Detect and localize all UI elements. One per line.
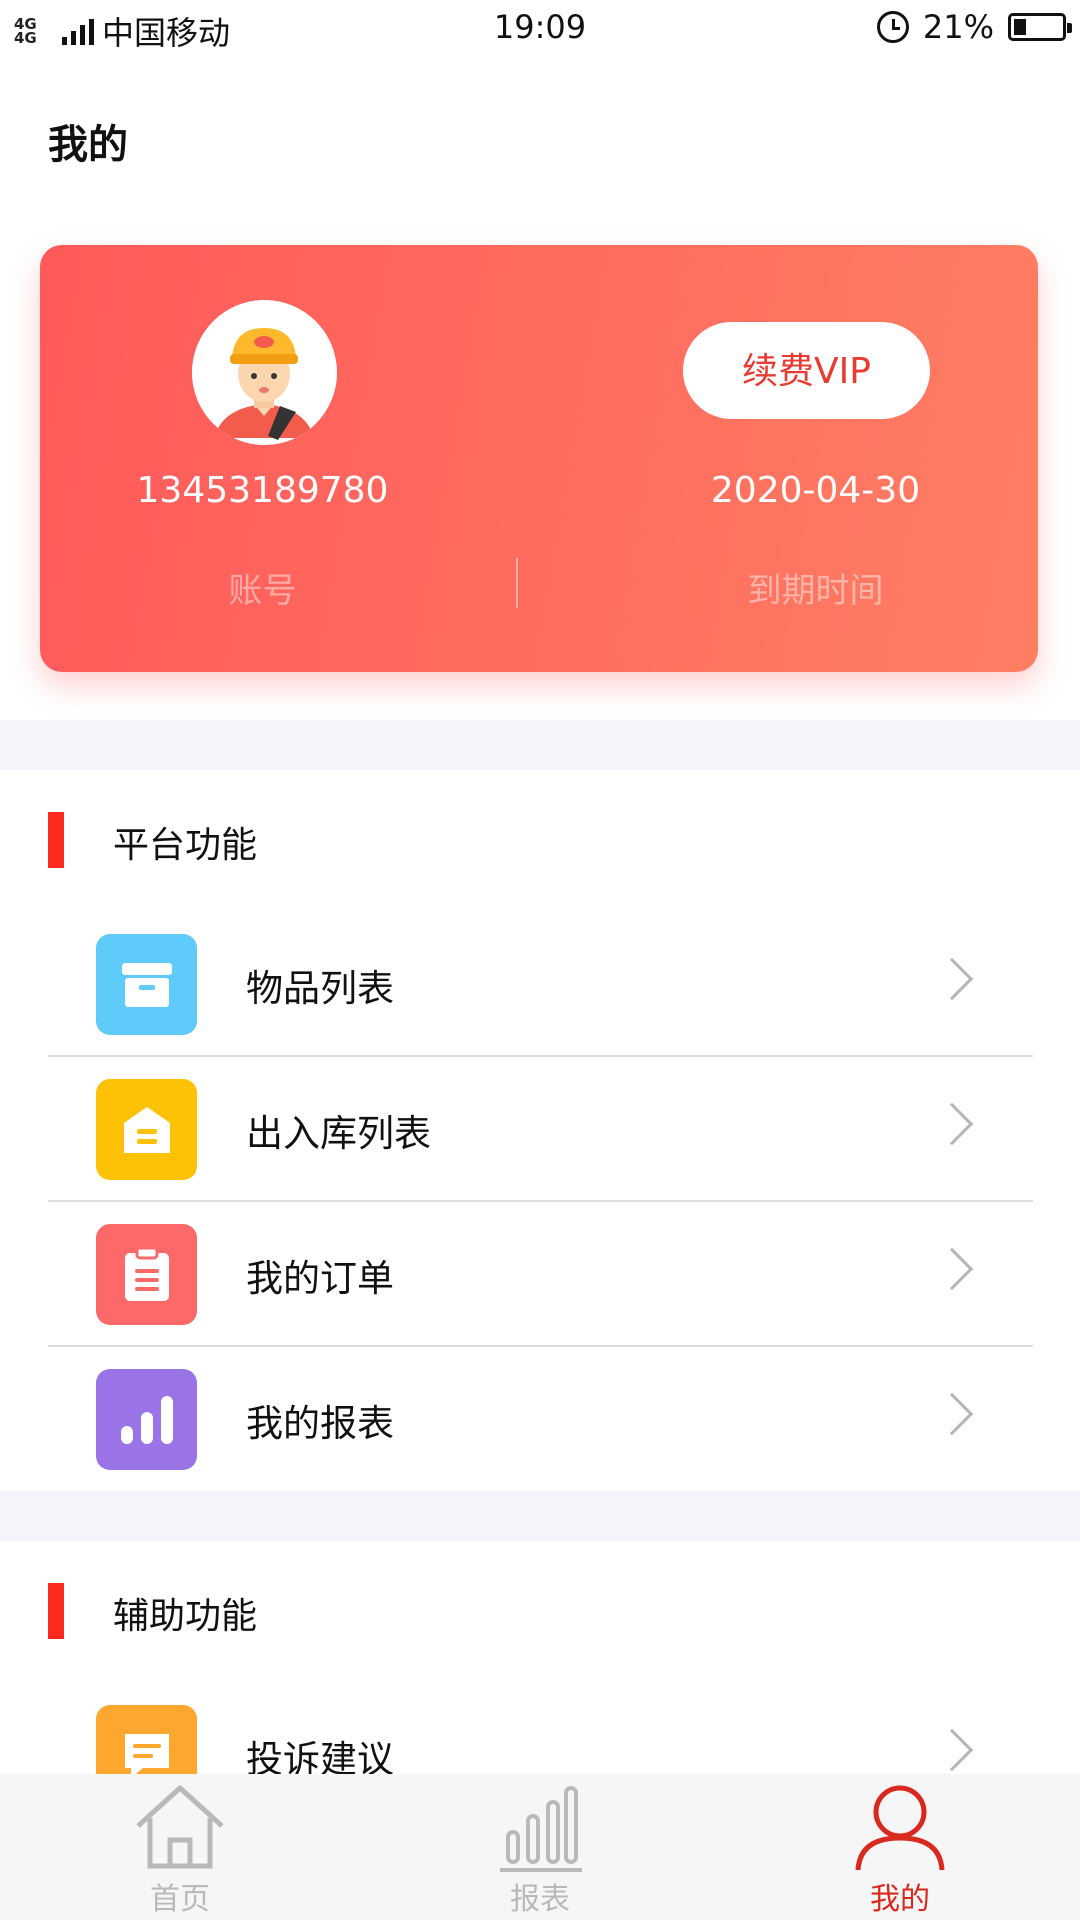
expiry-date: 2020-04-30 [710, 470, 921, 511]
bottom-tab-bar: 首页 报表 我的 [0, 1774, 1080, 1920]
page-title: 我的 [48, 122, 128, 168]
section-title: 辅助功能 [113, 1596, 258, 1637]
battery-percent: 21% [922, 8, 994, 46]
battery-icon [1008, 13, 1072, 41]
section-header: 辅助功能 [0, 1583, 1080, 1643]
tab-home[interactable]: 首页 [80, 1774, 280, 1920]
bar-chart-icon [96, 1369, 197, 1470]
tab-label: 我的 [870, 1882, 930, 1917]
section-marker [48, 812, 64, 868]
menu-item-label: 出入库列表 [246, 1112, 431, 1155]
menu-item-stock-records[interactable]: 出入库列表 [48, 1057, 1033, 1202]
profile-card: 13453189780 账号 续费VIP 2020-04-30 到期时间 [40, 245, 1038, 672]
tab-label: 报表 [510, 1882, 570, 1917]
avatar[interactable] [192, 300, 337, 445]
status-right: 21% [876, 8, 1072, 46]
menu-item-reports[interactable]: 我的报表 [48, 1347, 1033, 1492]
menu-item-orders[interactable]: 我的订单 [48, 1202, 1033, 1347]
tab-label: 首页 [150, 1882, 210, 1917]
archive-box-icon [96, 934, 197, 1035]
renew-vip-button[interactable]: 续费VIP [683, 322, 930, 419]
section-header: 平台功能 [0, 812, 1080, 872]
tab-reports[interactable]: 报表 [440, 1774, 640, 1920]
account-label: 账号 [228, 571, 297, 611]
menu-item-label: 我的报表 [246, 1402, 394, 1445]
warehouse-icon [96, 1079, 197, 1180]
bar-chart-icon [500, 1786, 582, 1872]
menu-item-items[interactable]: 物品列表 [48, 912, 1033, 1057]
expiry-label: 到期时间 [747, 571, 884, 611]
status-bar: 4G 4G 中国移动 19:09 21% [0, 0, 1080, 58]
card-divider [516, 558, 518, 608]
chevron-right-icon [930, 1392, 974, 1436]
account-number: 13453189780 [136, 470, 389, 511]
tab-mine[interactable]: 我的 [800, 1774, 1000, 1920]
section-gap [0, 720, 1080, 770]
section-gap [0, 1491, 1080, 1541]
chevron-right-icon [930, 957, 974, 1001]
section-marker [48, 1583, 64, 1639]
menu-item-label: 物品列表 [246, 967, 394, 1010]
chevron-right-icon [930, 1102, 974, 1146]
clipboard-icon [96, 1224, 197, 1325]
user-icon [855, 1785, 945, 1871]
section-title: 平台功能 [113, 825, 258, 866]
menu-item-label: 我的订单 [246, 1257, 394, 1300]
alarm-icon [876, 11, 909, 43]
delivery-man-icon [192, 300, 336, 444]
chevron-right-icon [930, 1728, 974, 1772]
home-icon [136, 1785, 224, 1869]
chevron-right-icon [930, 1247, 974, 1291]
